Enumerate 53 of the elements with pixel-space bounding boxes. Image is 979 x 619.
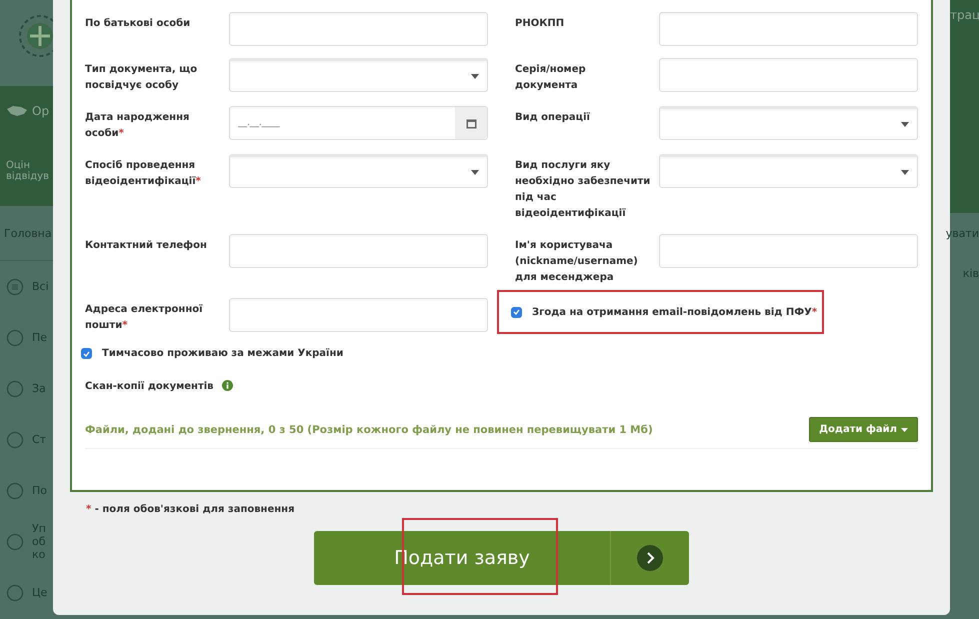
checkmark-icon bbox=[83, 350, 90, 356]
text-field[interactable] bbox=[659, 234, 918, 268]
dropdown-field[interactable] bbox=[229, 154, 488, 188]
checkmark-icon bbox=[513, 309, 520, 315]
text-field[interactable] bbox=[659, 58, 918, 92]
field-label: Ім'я користувача (nickname/username) для месенджера bbox=[515, 239, 639, 285]
menu-icon bbox=[6, 584, 24, 602]
checkbox-label: Тимчасово проживаю за межами України bbox=[102, 348, 344, 359]
checkbox-label: Згода на отримання email-повідомлень від ПФУ* bbox=[532, 306, 818, 318]
field-label: РНОКПП bbox=[515, 17, 566, 31]
menu-icon bbox=[6, 482, 24, 500]
info-icon[interactable] bbox=[222, 380, 233, 390]
field-label: Адреса електронної пошти* bbox=[85, 303, 204, 333]
field-label: Вид послуги яку необхідно забезпечити під час відеоідентифікації bbox=[515, 159, 651, 221]
caret-icon bbox=[471, 170, 479, 174]
dropdown-field[interactable] bbox=[659, 106, 918, 140]
dropdown-field[interactable] bbox=[229, 58, 488, 92]
dropdown-field[interactable] bbox=[659, 154, 918, 188]
menu-label: Оцін bbox=[6, 160, 31, 171]
caret-icon bbox=[901, 122, 909, 126]
field-label: Серія/номер документа bbox=[515, 63, 587, 93]
text-field[interactable] bbox=[229, 298, 488, 332]
date-picker[interactable]: __.__.____ bbox=[229, 106, 488, 140]
add-file-button[interactable]: Додати файл bbox=[809, 417, 918, 442]
required-note: * - поля обов'язкові для заповнення bbox=[86, 504, 296, 515]
caret-icon bbox=[471, 74, 479, 78]
field-label: Тип документа, що посвідчує особу bbox=[85, 63, 198, 93]
menu-label: Ор bbox=[32, 104, 50, 118]
menu-icon bbox=[6, 532, 24, 550]
field-label: Дата народження особи* bbox=[85, 111, 190, 141]
section-label: Скан-копії документів bbox=[85, 380, 214, 394]
menu-icon bbox=[6, 380, 24, 398]
menu-label: відвідув bbox=[6, 171, 50, 182]
checkbox[interactable] bbox=[511, 306, 522, 318]
menu-icon bbox=[6, 278, 24, 296]
map-icon bbox=[6, 105, 28, 117]
date-input[interactable]: __.__.____ bbox=[238, 109, 455, 137]
text-field[interactable] bbox=[659, 12, 918, 46]
text-field[interactable] bbox=[229, 12, 488, 46]
menu-icon bbox=[6, 430, 24, 448]
field-label: Вид операції bbox=[515, 111, 591, 125]
field-label: Спосіб проведення відеоідентифікації* bbox=[85, 159, 202, 189]
checkbox[interactable] bbox=[81, 348, 92, 359]
field-label: Контактний телефон bbox=[85, 239, 208, 253]
text-field[interactable] bbox=[229, 234, 488, 268]
chevron-icon bbox=[637, 545, 663, 571]
files-note: Файли, додані до звернення, 0 з 50 (Розмір кожного файлу не повинен перевищувати 1 Мб) bbox=[85, 424, 653, 436]
field-label: По батькові особи bbox=[85, 17, 192, 31]
menu-icon bbox=[6, 328, 24, 346]
caret-icon bbox=[901, 170, 909, 174]
calendar-icon bbox=[466, 118, 476, 128]
caret-icon bbox=[901, 428, 908, 432]
submit-button[interactable]: Подати заяву bbox=[314, 531, 689, 585]
